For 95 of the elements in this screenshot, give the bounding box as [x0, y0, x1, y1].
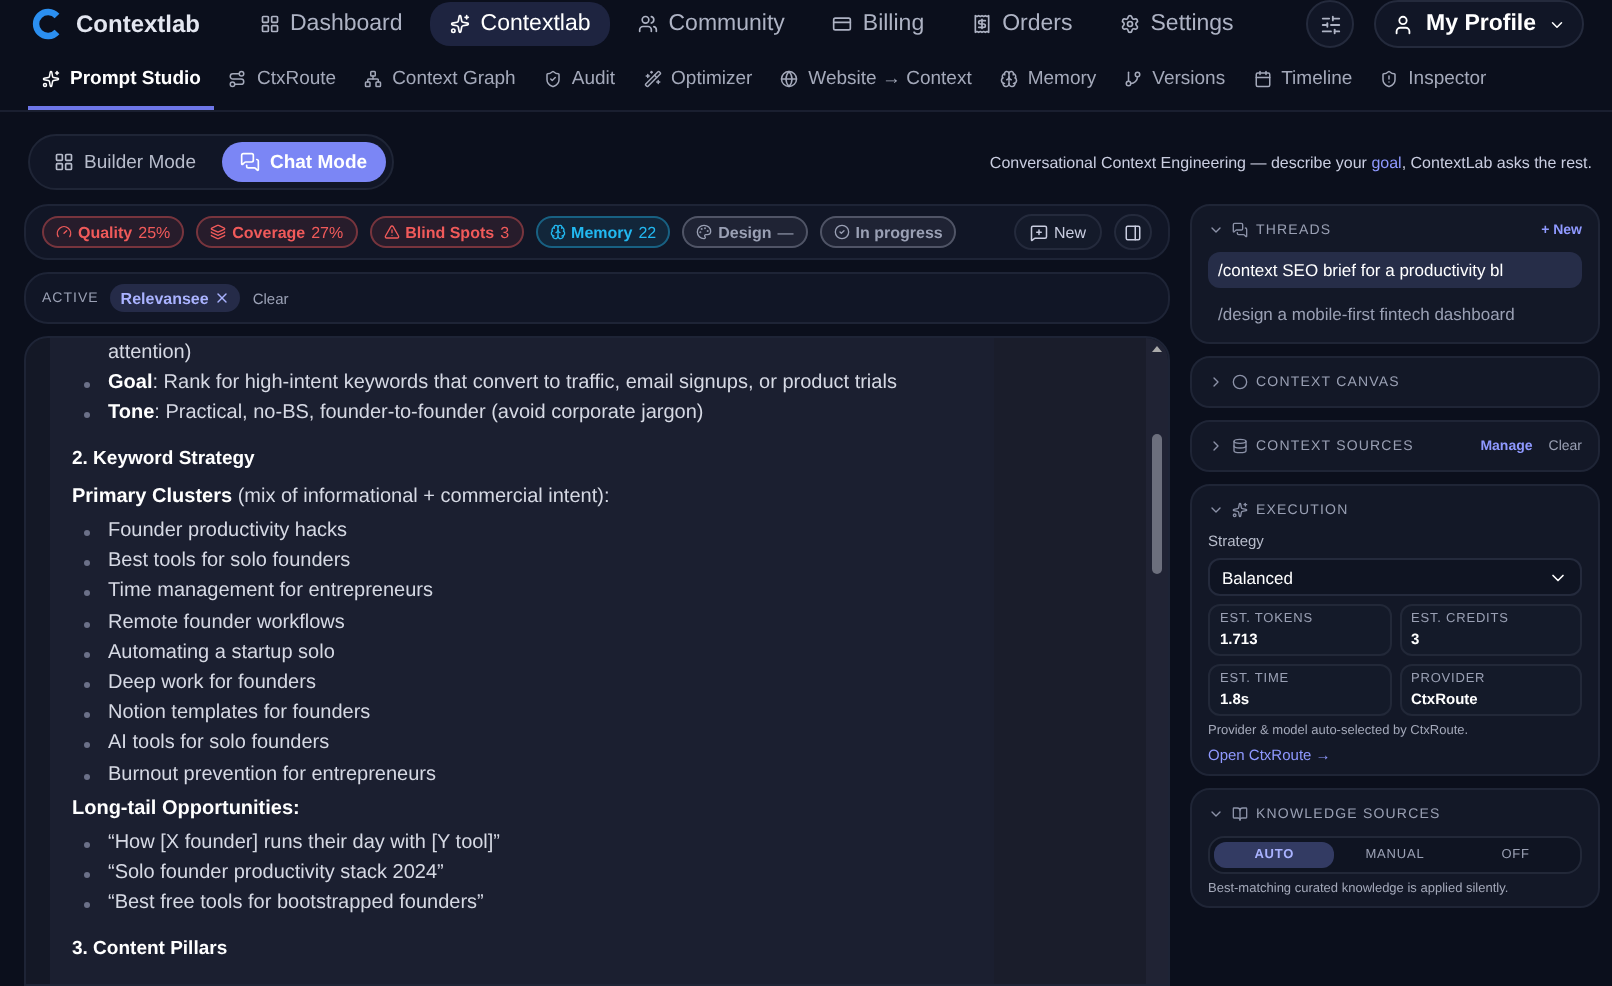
thread-item[interactable]: /design a mobile-first fintech dashboard	[1208, 296, 1582, 332]
metric-chip[interactable]: Coverage 27%	[196, 216, 358, 248]
sparkles-icon	[1232, 502, 1248, 518]
database-icon	[1232, 438, 1248, 454]
tab-icon	[543, 70, 562, 88]
list-item: attention)	[106, 340, 194, 368]
nav-icon	[450, 14, 471, 34]
list-item: Tone: Practical, no-BS, founder-to-founder (avoid corporate jargon)	[72, 398, 994, 430]
mode-button[interactable]: Builder Mode	[36, 142, 214, 182]
thread-item[interactable]: /context SEO brief for a productivity bl	[1208, 252, 1582, 288]
logo-icon	[32, 8, 64, 40]
nav-icon	[1120, 14, 1141, 34]
metric-icon	[833, 224, 850, 240]
nav-icon	[972, 14, 993, 34]
nav-item[interactable]: Dashboard	[240, 2, 423, 46]
metric-icon	[56, 224, 72, 240]
chat-icon	[1232, 222, 1248, 238]
list-item: Automating a startup solo	[72, 637, 994, 669]
chevron-right-icon[interactable]	[1208, 374, 1224, 390]
list-item: Time management for entrepreneurs	[72, 576, 994, 608]
paragraph: Long-tail Opportunities:	[72, 795, 302, 824]
scroll-thumb[interactable]	[1152, 434, 1162, 574]
nav-icon	[260, 14, 280, 34]
sub-tab[interactable]: Inspector	[1366, 52, 1501, 110]
profile-button[interactable]: My Profile	[1374, 0, 1584, 48]
sub-tab[interactable]: Audit	[529, 52, 630, 110]
chevron-right-icon[interactable]	[1208, 438, 1224, 454]
list-item: Notion templates for founders	[72, 698, 994, 729]
mode-icon	[54, 152, 74, 172]
nav-icon	[638, 14, 659, 34]
list-item: Best tools for solo founders	[72, 546, 994, 577]
nav-icon	[832, 14, 853, 34]
tab-icon	[999, 70, 1018, 88]
sub-tab[interactable]: Website → Context	[766, 52, 986, 110]
chevron-down-icon[interactable]	[1208, 222, 1224, 238]
nav-item[interactable]: Settings	[1100, 2, 1254, 46]
circle-icon	[1232, 374, 1248, 390]
sub-tab[interactable]: Prompt Studio	[28, 52, 215, 110]
strategy-select[interactable]: Balanced	[1208, 558, 1582, 596]
metric-icon	[383, 224, 400, 240]
list-item: “Solo founder productivity stack 2024”	[72, 858, 994, 889]
metric-icon	[696, 224, 713, 240]
active-tag: Relevansee	[110, 284, 241, 312]
list-item: AI tools for solo founders	[72, 728, 994, 760]
list-item: “Best free tools for bootstrapped founders”	[72, 888, 994, 920]
tab-icon	[1253, 70, 1272, 88]
panel-toggle-button[interactable]	[1114, 214, 1152, 250]
section-heading: 2. Keyword Strategy	[72, 445, 257, 474]
metric-icon	[210, 224, 227, 240]
message-plus-icon	[1029, 223, 1048, 241]
tab-icon	[42, 70, 60, 88]
chevron-down-icon[interactable]	[1208, 806, 1224, 822]
tab-icon	[364, 70, 383, 88]
list-item: Goal: Rank for high-intent keywords that convert to traffic, email signups, or product trials	[72, 368, 994, 399]
section-heading: 3. Content Pillars	[72, 935, 230, 964]
panel-icon	[1124, 223, 1142, 241]
list-item: “How [X founder] runs their day with [Y tool]”	[72, 828, 994, 859]
list-item: Burnout prevention for entrepreneurs	[72, 759, 994, 790]
metric-chip[interactable]: Quality 25%	[42, 216, 185, 248]
sub-tab[interactable]: Context Graph	[350, 52, 530, 110]
scrollbar[interactable]	[1146, 338, 1168, 984]
sub-tab[interactable]: Versions	[1110, 52, 1240, 110]
nav-item[interactable]: Orders	[952, 2, 1093, 46]
list-item: Remote founder workflows	[72, 607, 994, 638]
sub-tab[interactable]: Timeline	[1239, 52, 1367, 110]
user-icon	[1392, 13, 1415, 35]
book-icon	[1232, 806, 1248, 822]
sub-tab[interactable]: Memory	[985, 52, 1111, 110]
tab-icon	[780, 70, 799, 88]
tab-icon	[1124, 70, 1143, 88]
metric-chip[interactable]: In progress	[819, 216, 957, 248]
metric-chip[interactable]: Memory 22	[535, 216, 671, 248]
list-item: Deep work for founders	[72, 668, 994, 699]
list-item: Founder productivity hacks	[72, 516, 994, 547]
chevron-down-icon[interactable]	[1208, 502, 1224, 518]
tab-icon	[643, 70, 662, 88]
brand-name: Contextlab	[76, 10, 201, 38]
metric-chip[interactable]: Design —	[682, 216, 808, 248]
paragraph: Primary Clusters (mix of informational + commercial intent):	[72, 483, 612, 512]
sub-tab[interactable]: CtxRoute	[214, 52, 351, 110]
nav-item[interactable]: Contextlab	[430, 2, 611, 46]
tab-icon	[228, 70, 247, 88]
remove-icon[interactable]	[214, 290, 231, 306]
tagline: Conversational Context Engineering — describe your goal, ContextLab asks the rest.	[989, 153, 1592, 171]
nav-item[interactable]: Billing	[812, 2, 945, 46]
metric-chip[interactable]: Blind Spots 3	[369, 216, 524, 248]
filters-button[interactable]	[1306, 0, 1355, 48]
new-button[interactable]: New	[1013, 214, 1102, 250]
nav-item[interactable]: Community	[618, 2, 805, 46]
sliders-icon	[1319, 13, 1342, 35]
metric-icon	[549, 224, 566, 240]
sub-tab[interactable]: Optimizer	[629, 52, 767, 110]
mode-icon	[239, 152, 260, 172]
tab-icon	[1380, 70, 1399, 88]
scroll-up-icon[interactable]	[1152, 346, 1162, 352]
